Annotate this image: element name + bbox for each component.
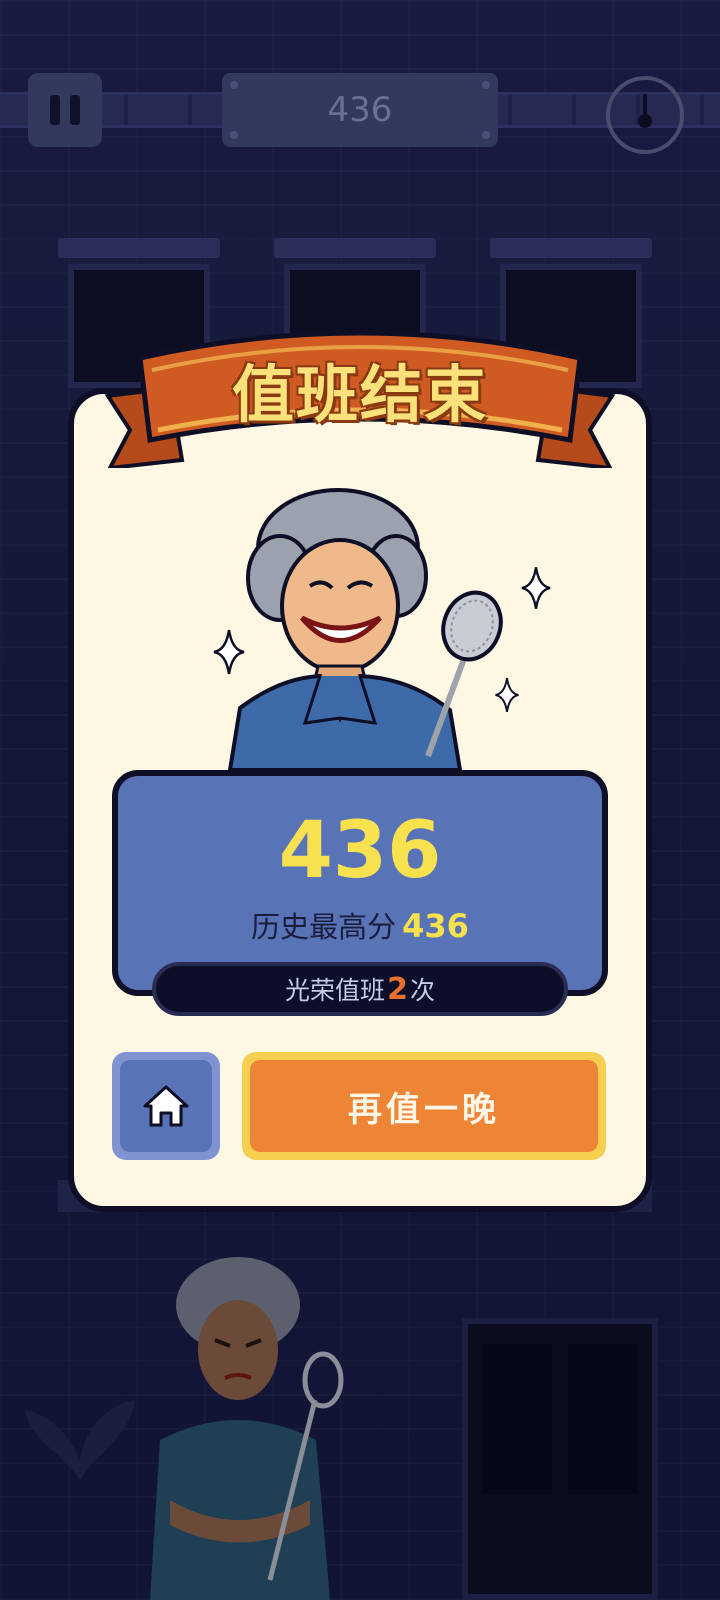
duty-count-pill: 光荣值班 2 次 — [152, 962, 568, 1016]
duty-count-value: 2 — [387, 971, 408, 1007]
result-title: 值班结束 — [231, 358, 488, 431]
game-screen: 436 值班结束 436 历史最高分 436 光荣值班 2 次 再值一晚 — [0, 0, 720, 1600]
hud-score: 436 — [327, 90, 393, 130]
stopwatch-icon — [606, 76, 684, 154]
score-plate: 436 — [222, 73, 498, 147]
pause-icon-bar — [70, 95, 80, 125]
background-door — [462, 1318, 658, 1600]
home-button[interactable] — [112, 1052, 220, 1160]
screw — [482, 131, 490, 139]
screw — [482, 81, 490, 89]
best-score-label: 历史最高分 — [251, 910, 397, 944]
pause-icon — [50, 95, 60, 125]
screw — [230, 131, 238, 139]
duty-count-prefix: 光荣值班 — [285, 976, 386, 1005]
pause-button[interactable] — [28, 73, 102, 147]
best-score-line: 历史最高分 436 — [118, 904, 602, 946]
home-icon — [143, 1085, 189, 1127]
final-score: 436 — [278, 806, 442, 896]
sparkle-icon — [521, 567, 551, 609]
grandma-happy-portrait — [227, 488, 503, 770]
duty-count-suffix: 次 — [409, 976, 435, 1005]
play-again-button[interactable]: 再值一晚 — [242, 1052, 606, 1160]
screw — [230, 81, 238, 89]
top-hud: 436 — [0, 0, 720, 160]
play-again-label: 再值一晚 — [250, 1060, 598, 1152]
best-score-value: 436 — [402, 907, 469, 945]
grandma-guard-character — [150, 1257, 344, 1600]
